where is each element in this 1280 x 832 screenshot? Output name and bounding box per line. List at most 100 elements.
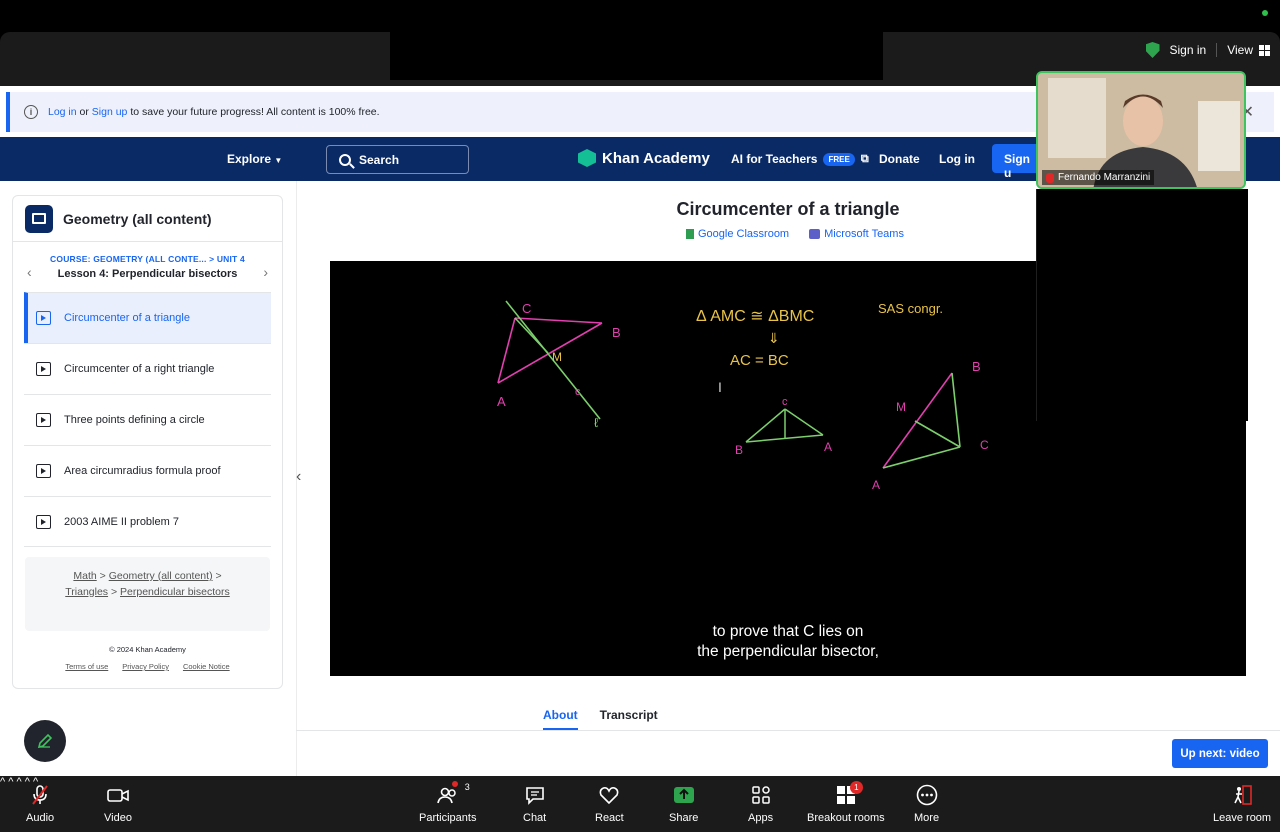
donate-link[interactable]: Donate xyxy=(879,152,920,166)
chevron-up-icon[interactable]: ^ xyxy=(16,776,21,788)
course-breadcrumb[interactable]: COURSE: GEOMETRY (ALL CONTE... > UNIT 4 xyxy=(13,254,282,264)
audio-button[interactable]: Audio xyxy=(26,784,54,824)
view-label: View xyxy=(1227,43,1253,57)
chat-button[interactable]: Chat xyxy=(523,784,546,824)
participant-video-tile[interactable]: Fernando Marranzini xyxy=(1036,71,1246,189)
label-c-mid: c xyxy=(782,396,788,408)
sidebar-header[interactable]: Geometry (all content) xyxy=(13,196,282,242)
chat-label: Chat xyxy=(523,812,547,824)
explore-label: Explore xyxy=(227,152,272,166)
chevron-left-icon[interactable]: ‹ xyxy=(296,468,312,492)
copyright: © 2024 Khan Academy xyxy=(109,645,186,654)
participants-button[interactable]: 3 Participants xyxy=(419,781,477,824)
cookie-link[interactable]: Cookie Notice xyxy=(183,662,230,671)
equation-ac-bc: AC = BC xyxy=(730,352,789,369)
explore-menu[interactable]: Explore ▼ xyxy=(227,152,282,166)
privacy-link[interactable]: Privacy Policy xyxy=(122,662,169,671)
participants-label: Participants xyxy=(419,812,477,824)
label-c-right: C xyxy=(980,438,989,452)
label-a: A xyxy=(497,394,506,409)
google-classroom-link[interactable]: Google Classroom xyxy=(686,228,789,240)
ai-teachers-label: AI for Teachers xyxy=(731,152,818,166)
sidebar-item-label: 2003 AIME II problem 7 xyxy=(64,515,179,528)
external-link-icon: ⧉ xyxy=(860,152,869,165)
sidebar-item-circumcenter-right[interactable]: Circumcenter of a right triangle xyxy=(24,343,271,394)
breadcrumb-math[interactable]: Math xyxy=(73,570,96,582)
sidebar-item-circumcenter[interactable]: Circumcenter of a triangle xyxy=(24,292,271,343)
microsoft-teams-link[interactable]: Microsoft Teams xyxy=(809,228,904,240)
more-button[interactable]: More xyxy=(914,784,939,824)
content-tabs: About Transcript xyxy=(543,708,658,730)
search-input[interactable]: Search xyxy=(326,145,469,174)
search-icon xyxy=(339,153,351,166)
chevron-up-icon[interactable]: ^ xyxy=(8,776,13,788)
react-button[interactable]: React xyxy=(595,784,624,824)
leave-icon xyxy=(1234,785,1252,805)
free-badge: FREE xyxy=(823,152,855,166)
triangle-diagram-middle xyxy=(745,408,824,443)
grid-view-icon xyxy=(1259,44,1270,56)
more-label: More xyxy=(914,812,940,824)
banner-login-link[interactable]: Log in xyxy=(48,106,77,118)
breadcrumb-separator: > xyxy=(108,585,121,598)
breadcrumb: Math > Geometry (all content) > Triangle… xyxy=(25,557,270,631)
label-b-mid: B xyxy=(735,443,743,457)
mic-muted-icon xyxy=(32,785,48,805)
share-button[interactable]: Share xyxy=(669,784,698,824)
triangle-diagram-left xyxy=(497,300,603,420)
apps-button[interactable]: Apps xyxy=(748,784,773,824)
sidebar-item-aime[interactable]: 2003 AIME II problem 7 xyxy=(24,496,271,547)
label-c: C xyxy=(522,301,531,316)
sidebar-item-label: Circumcenter of a right triangle xyxy=(64,363,215,375)
chevron-right-icon[interactable]: › xyxy=(263,264,268,280)
leave-room-button[interactable]: Leave room xyxy=(1213,784,1271,824)
label-m: M xyxy=(552,350,562,364)
notification-dot xyxy=(451,781,458,787)
sidebar-item-area-circumradius[interactable]: Area circumradius formula proof xyxy=(24,445,271,496)
triangle-diagram-right xyxy=(882,372,961,469)
video-play-icon xyxy=(36,311,51,325)
teams-icon xyxy=(809,229,821,239)
terms-link[interactable]: Terms of use xyxy=(65,662,108,671)
sidebar-item-label: Three points defining a circle xyxy=(64,414,205,426)
label-b: B xyxy=(612,325,621,340)
breadcrumb-triangles[interactable]: Triangles xyxy=(65,586,108,598)
lesson-sidebar: Geometry (all content) ‹ COURSE: GEOMETR… xyxy=(12,195,283,689)
breadcrumb-separator: > xyxy=(212,570,222,582)
annotate-button[interactable] xyxy=(24,720,66,762)
redacted-area xyxy=(390,32,883,80)
equation-congruence: Δ AMC ≅ ΔBMC xyxy=(696,308,814,325)
tab-transcript[interactable]: Transcript xyxy=(600,708,658,730)
participant-name: Fernando Marranzini xyxy=(1058,172,1151,183)
security-shield-icon[interactable] xyxy=(1145,42,1160,58)
login-link[interactable]: Log in xyxy=(939,152,975,166)
breakout-label: Breakout rooms xyxy=(807,812,885,824)
video-play-icon xyxy=(36,464,51,478)
up-next-button[interactable]: Up next: video xyxy=(1172,739,1268,768)
equation-arrow: ⇓ xyxy=(768,330,780,346)
sidebar-item-three-points[interactable]: Three points defining a circle xyxy=(24,394,271,445)
sidebar-item-label: Area circumradius formula proof xyxy=(64,465,221,477)
teams-label: Microsoft Teams xyxy=(824,228,904,240)
react-label: React xyxy=(595,812,624,824)
ai-for-teachers-link[interactable]: AI for Teachers FREE ⧉ xyxy=(731,152,869,166)
chevron-left-icon[interactable]: ‹ xyxy=(27,264,32,280)
tab-about[interactable]: About xyxy=(543,708,578,730)
banner-signup-link[interactable]: Sign up xyxy=(92,106,128,118)
share-label: Share xyxy=(669,812,699,824)
apps-label: Apps xyxy=(748,812,774,824)
ka-logo[interactable]: Khan Academy xyxy=(578,149,710,167)
breadcrumb-perpendicular[interactable]: Perpendicular bisectors xyxy=(120,586,230,598)
view-button[interactable]: View xyxy=(1227,43,1270,57)
chevron-up-icon[interactable]: ^ xyxy=(0,776,5,788)
share-links: Google Classroom Microsoft Teams xyxy=(686,228,904,240)
apps-icon xyxy=(751,786,770,804)
khan-leaf-icon xyxy=(578,149,596,167)
breakout-rooms-button[interactable]: 1 Breakout rooms xyxy=(807,781,885,824)
video-button[interactable]: Video xyxy=(104,784,132,824)
leave-label: Leave room xyxy=(1213,812,1272,824)
sign-in-button[interactable]: Sign in xyxy=(1170,43,1207,57)
info-icon: i xyxy=(24,105,38,119)
breadcrumb-geometry[interactable]: Geometry (all content) xyxy=(109,570,213,582)
chevron-down-icon: ▼ xyxy=(274,156,283,165)
